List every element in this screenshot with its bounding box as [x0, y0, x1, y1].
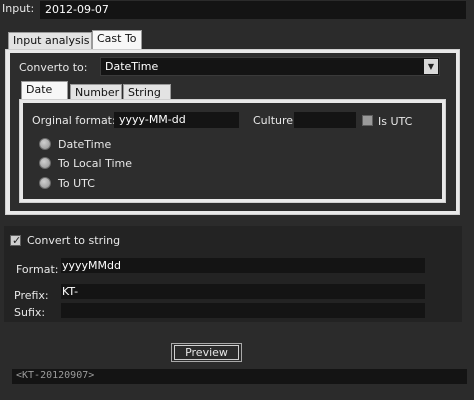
is-utc-label: Is UTC: [378, 115, 413, 128]
sufix-input[interactable]: [61, 303, 425, 318]
original-format-label: Orginal format:: [32, 114, 116, 127]
radio-utc-label: To UTC: [58, 177, 95, 190]
tab-cast-to[interactable]: Cast To: [92, 30, 142, 50]
input-field[interactable]: 2012-09-07: [40, 1, 466, 19]
is-utc-checkbox[interactable]: [362, 115, 373, 126]
convert-to-value: DateTime: [105, 60, 159, 73]
tab-cast-to-label: Cast To: [97, 32, 137, 45]
input-label: Input:: [2, 2, 35, 15]
tab-number[interactable]: Number: [70, 84, 122, 100]
culture-input[interactable]: [294, 112, 356, 128]
convert-to-label: Converto to:: [19, 61, 88, 74]
tab-input-analysis-label: Input analysis: [13, 34, 90, 47]
preview-result: <KT-20120907>: [12, 369, 467, 384]
prefix-label: Prefix:: [14, 289, 49, 302]
preview-button-label: Preview: [174, 345, 239, 360]
tab-number-label: Number: [75, 86, 120, 99]
culture-label: Culture: [253, 114, 294, 127]
format-label: Format:: [16, 263, 59, 276]
radio-local-time-label: To Local Time: [58, 157, 133, 170]
tab-input-analysis[interactable]: Input analysis: [8, 32, 92, 50]
sufix-label: Sufix:: [14, 306, 46, 319]
format-input[interactable]: yyyyMMdd: [61, 258, 425, 273]
preview-button[interactable]: Preview: [171, 343, 242, 362]
chevron-down-icon[interactable]: ▼: [424, 59, 438, 74]
radio-datetime-label: DateTime: [58, 138, 112, 151]
checkmark-icon: ✓: [12, 234, 22, 247]
radio-icon[interactable]: [39, 157, 51, 169]
convert-to-select[interactable]: DateTime ▼: [100, 57, 440, 76]
convert-to-string-label: Convert to string: [27, 234, 121, 247]
radio-icon[interactable]: [39, 138, 51, 150]
prefix-input[interactable]: KT-: [61, 284, 425, 299]
radio-icon[interactable]: [39, 177, 51, 189]
tab-date[interactable]: Date: [21, 81, 68, 100]
tab-string[interactable]: String: [123, 84, 171, 100]
tab-date-label: Date: [26, 83, 53, 96]
tab-string-label: String: [128, 86, 161, 99]
convert-to-string-checkbox[interactable]: ✓: [10, 234, 22, 247]
original-format-input[interactable]: yyyy-MM-dd: [114, 112, 239, 128]
